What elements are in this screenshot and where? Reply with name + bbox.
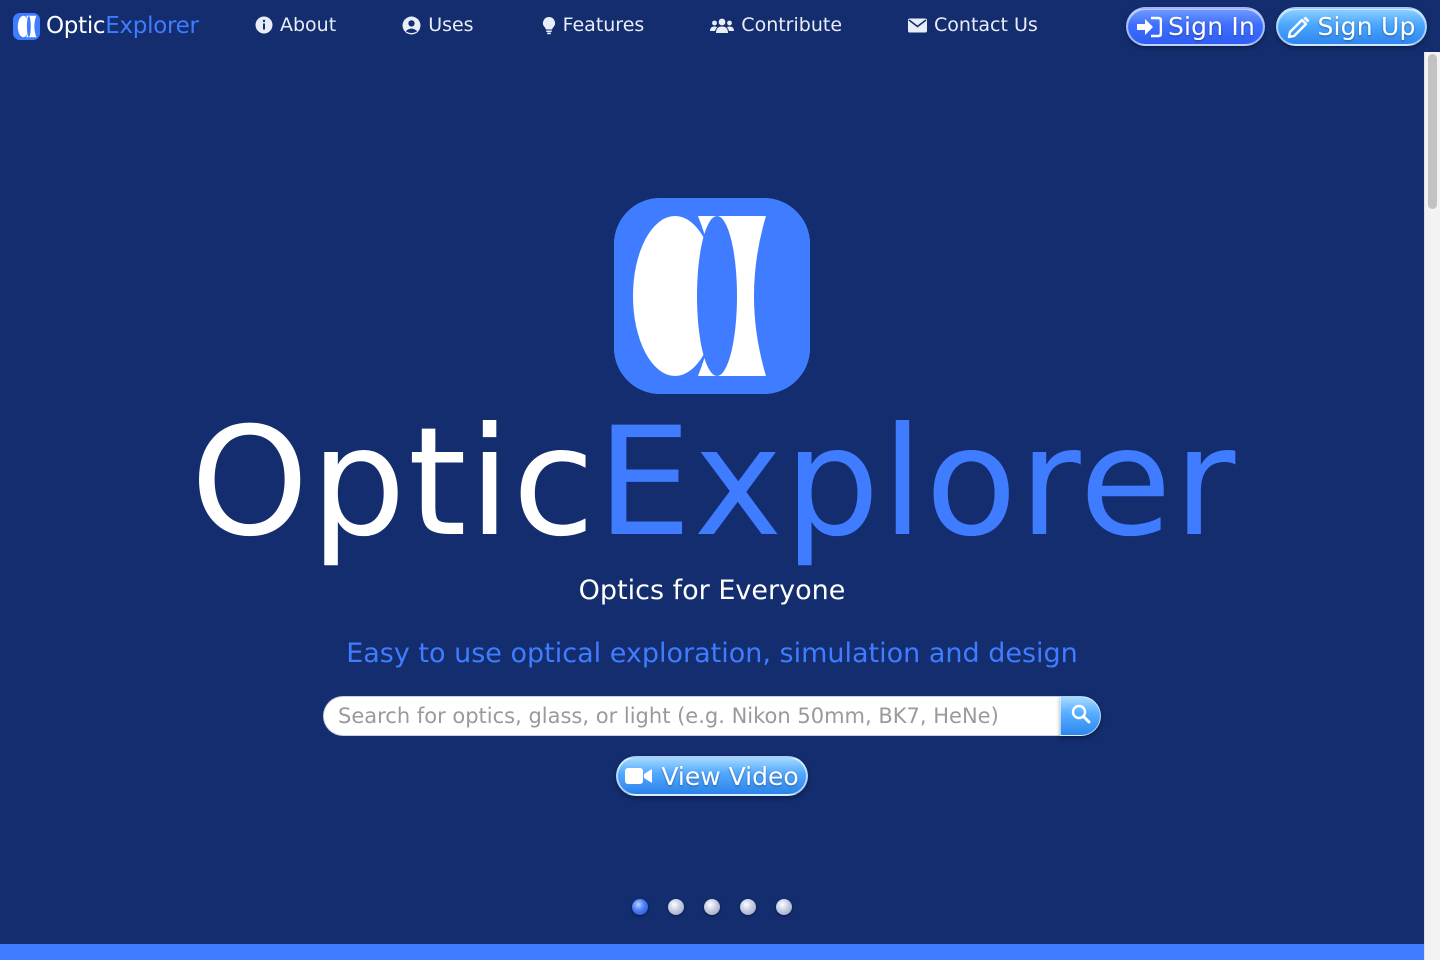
search-bar: [323, 696, 1101, 736]
nav-contact-label: Contact Us: [934, 14, 1038, 36]
carousel-dot-4[interactable]: [740, 899, 756, 915]
scrollbar-thumb[interactable]: [1428, 54, 1437, 209]
sign-in-button[interactable]: Sign In: [1126, 7, 1265, 46]
view-video-button[interactable]: View Video: [616, 756, 808, 796]
hero-subline: Easy to use optical exploration, simulat…: [346, 638, 1078, 669]
carousel-dot-5[interactable]: [776, 899, 792, 915]
top-nav: OpticExplorer About Uses Features Contri…: [0, 0, 1440, 52]
nav-links: About Uses Features Contribute Contact U…: [255, 13, 1104, 37]
nav-uses-label: Uses: [428, 14, 474, 36]
view-video-label: View Video: [661, 761, 799, 791]
brand-logo-link[interactable]: OpticExplorer: [13, 12, 199, 40]
envelope-icon: [908, 18, 928, 33]
sign-in-label: Sign In: [1167, 12, 1256, 41]
next-section-edge: [0, 944, 1424, 960]
hero-title-part2: Explorer: [596, 396, 1238, 570]
page-scrollbar[interactable]: [1424, 52, 1440, 960]
search-input[interactable]: [323, 696, 1060, 736]
nav-features-label: Features: [562, 14, 645, 36]
hero-lens-logo-icon: [614, 198, 810, 394]
optic-lens-logo-icon: [13, 12, 40, 40]
nav-about-label: About: [280, 14, 337, 36]
nav-contact-link[interactable]: Contact Us: [908, 13, 1038, 37]
brand-name-part2: Explorer: [105, 13, 199, 39]
nav-features-link[interactable]: Features: [542, 13, 645, 37]
hero-title: OpticExplorer: [0, 398, 1428, 568]
sign-in-icon: [1136, 16, 1162, 38]
brand-name-part1: Optic: [46, 13, 106, 39]
nav-uses-link[interactable]: Uses: [402, 13, 474, 37]
sign-up-button[interactable]: Sign Up: [1276, 7, 1427, 46]
carousel-dot-3[interactable]: [704, 899, 720, 915]
nav-contribute-label: Contribute: [741, 14, 843, 36]
carousel-indicators: [632, 899, 812, 915]
pencil-icon: [1287, 15, 1311, 39]
video-camera-icon: [625, 767, 653, 785]
page: OpticExplorer About Uses Features Contri…: [0, 0, 1440, 960]
search-icon: [1071, 704, 1091, 728]
info-circle-icon: [255, 16, 273, 34]
carousel-dot-1[interactable]: [632, 899, 648, 915]
nav-about-link[interactable]: About: [255, 13, 336, 37]
hero-tagline: Optics for Everyone: [578, 575, 846, 606]
nav-contribute-link[interactable]: Contribute: [710, 13, 842, 37]
users-icon: [710, 17, 735, 34]
search-button[interactable]: [1060, 696, 1101, 736]
brand-name: OpticExplorer: [46, 12, 199, 40]
sign-up-label: Sign Up: [1317, 12, 1416, 41]
lightbulb-icon: [542, 16, 556, 35]
hero-title-part1: Optic: [190, 396, 597, 570]
carousel-dot-2[interactable]: [668, 899, 684, 915]
user-circle-icon: [402, 16, 421, 35]
